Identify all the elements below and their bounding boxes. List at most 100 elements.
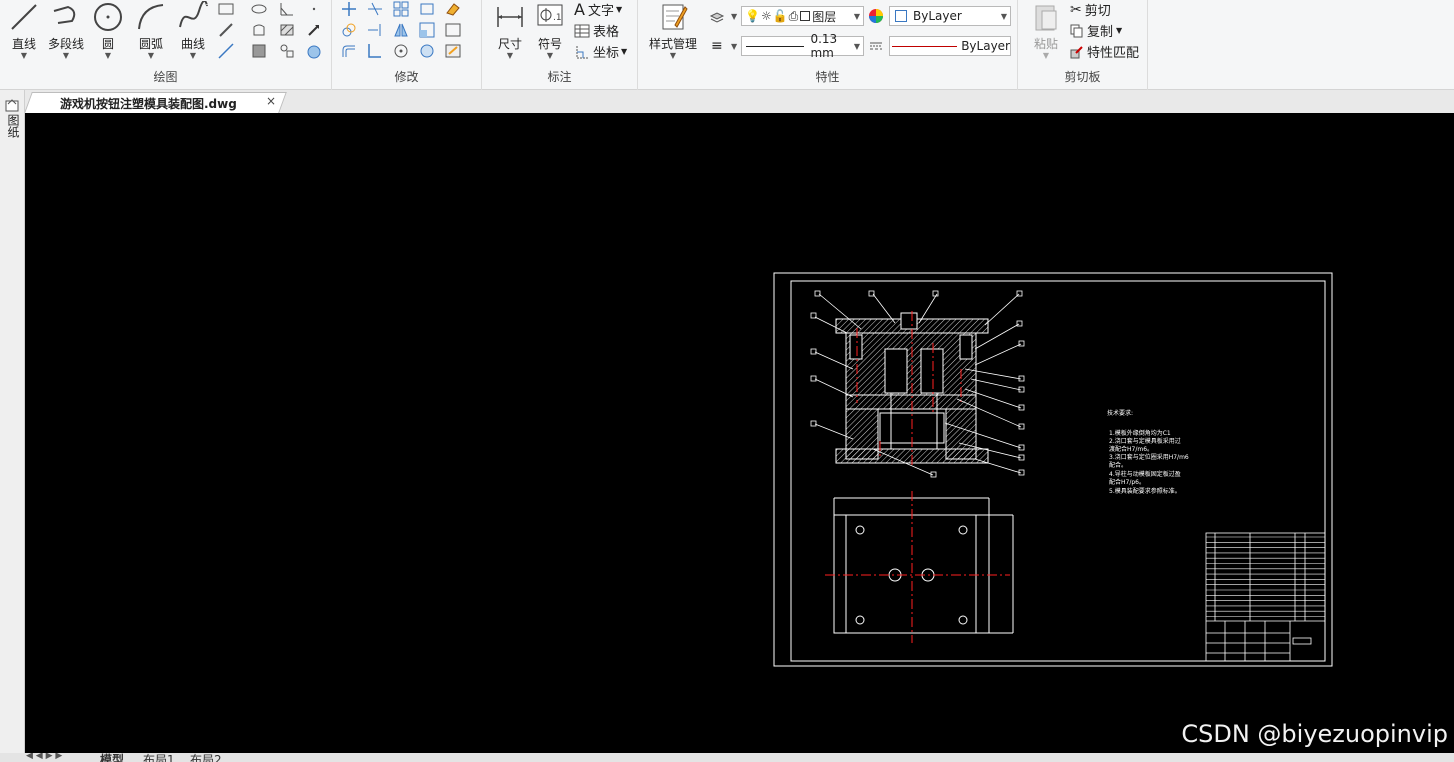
region-icon[interactable] <box>250 42 268 60</box>
coordinate-icon <box>576 45 589 58</box>
mirror-icon[interactable] <box>392 21 410 39</box>
extend-icon[interactable] <box>366 21 384 39</box>
chevron-down-icon[interactable]: ▼ <box>731 42 737 51</box>
shape-icon[interactable] <box>250 21 268 39</box>
copy-objects-icon[interactable] <box>340 21 358 39</box>
color-wheel-icon[interactable] <box>867 7 885 25</box>
dimension-angle-icon[interactable] <box>278 0 296 18</box>
linetype-value: ByLayer <box>961 39 1010 53</box>
drawing-sheet: 技术要求: 1.模板外缘倒角均为C1 2.浇口套与定模具板采用过 渡配合H7/m… <box>773 272 1333 667</box>
layout-tab-model[interactable]: 模型 <box>100 753 124 762</box>
color-square-icon <box>800 11 811 21</box>
paste-button[interactable]: 粘贴 ▼ <box>1026 0 1066 62</box>
layout-tab-layout2[interactable]: 布局2 <box>190 753 222 762</box>
match-properties-label: 特性匹配 <box>1087 46 1140 61</box>
offset-icon[interactable] <box>340 42 358 60</box>
edit-box-icon[interactable] <box>444 21 462 39</box>
chevron-down-icon[interactable]: ▼ <box>731 12 737 21</box>
construction-line-icon[interactable] <box>217 42 235 60</box>
circle-button[interactable]: 圆 ▼ <box>88 0 128 62</box>
stretch-icon[interactable] <box>418 0 436 18</box>
close-icon[interactable]: × <box>266 94 276 108</box>
match-properties-button[interactable]: 特性匹配 <box>1070 42 1139 61</box>
chevron-down-icon: ▼ <box>62 51 70 60</box>
tech-line: 配合H7/p6。 <box>1109 478 1145 486</box>
circle-icon <box>94 3 122 31</box>
chevron-down-icon: ▼ <box>669 51 677 60</box>
text-icon: A <box>574 0 585 19</box>
color-combo[interactable]: ByLayer ▼ <box>889 6 1011 26</box>
color-swatch-icon <box>895 10 907 22</box>
ellipse-icon[interactable] <box>250 0 268 18</box>
lineweight-icon[interactable]: ≡ <box>711 38 723 54</box>
dimension-button[interactable]: 尺寸 ▼ <box>490 0 530 62</box>
properties-group-label: 特性 <box>815 70 840 84</box>
copy-label: 复制 <box>1087 25 1114 40</box>
printer-icon: ⎙ <box>788 8 799 23</box>
chevron-down-icon: ▼ <box>1000 11 1007 21</box>
annotate-group: 尺寸 ▼ .1 符号 ▼ A 文字 ▼ 表格 坐标 ▼ 标注 <box>482 0 638 90</box>
linetype-icon[interactable] <box>867 37 885 55</box>
polyline-button[interactable]: 多段线 ▼ <box>46 0 86 62</box>
nav-arrows-icon[interactable]: ◀ ◀ ▶ ▶ <box>26 753 62 761</box>
point-icon[interactable] <box>305 0 323 18</box>
eraser-icon[interactable] <box>444 0 462 18</box>
curve-label: 曲线 <box>180 37 205 51</box>
paste-icon <box>1035 5 1057 31</box>
revision-cloud-icon[interactable] <box>305 42 323 60</box>
chevron-down-icon: ▼ <box>621 47 628 56</box>
arc-button[interactable]: 圆弧 ▼ <box>131 0 171 62</box>
line-icon <box>11 4 37 30</box>
table-icon <box>574 24 590 37</box>
dimension-label: 尺寸 <box>497 37 522 51</box>
arc-label: 圆弧 <box>138 37 163 51</box>
arrow-icon[interactable] <box>305 21 323 39</box>
linetype-sample <box>892 45 958 47</box>
style-manager-button[interactable]: 样式管理 ▼ <box>649 0 697 62</box>
paste-label: 粘贴 <box>1033 37 1058 51</box>
draw-group-label: 绘图 <box>153 70 178 84</box>
copy-button[interactable]: 复制 ▼ <box>1070 21 1122 40</box>
sidebar-label[interactable]: 图纸 <box>5 114 22 138</box>
watermark: CSDN @biyezuopinvip <box>1181 720 1448 748</box>
text-button[interactable]: A 文字 ▼ <box>574 0 622 19</box>
sheet-icon[interactable] <box>4 98 20 112</box>
coordinate-button[interactable]: 坐标 ▼ <box>574 42 627 61</box>
chevron-down-icon: ▼ <box>853 11 860 21</box>
trim-icon[interactable] <box>366 0 384 18</box>
color-value: ByLayer <box>913 9 962 23</box>
left-sidebar: 图纸 <box>0 90 25 762</box>
table-button[interactable]: 表格 <box>574 21 619 40</box>
cut-button[interactable]: ✂ 剪切 <box>1070 0 1111 20</box>
coordinate-label: 坐标 <box>593 46 620 61</box>
layer-combo[interactable]: 💡 ☼ 🔓 ⎙ 图层 ▼ <box>741 6 864 26</box>
properties-edit-icon[interactable] <box>444 42 462 60</box>
drawing-canvas[interactable]: 技术要求: 1.模板外缘倒角均为C1 2.浇口套与定模具板采用过 渡配合H7/m… <box>25 113 1454 753</box>
rectangle-icon[interactable] <box>217 0 235 18</box>
lineweight-combo[interactable]: 0.13 mm ▼ <box>741 32 864 60</box>
symbol-button[interactable]: .1 符号 ▼ <box>530 0 570 62</box>
layer-manager-icon[interactable] <box>708 8 726 26</box>
block-icon[interactable] <box>278 42 296 60</box>
dimension-icon <box>497 7 523 27</box>
linetype-combo[interactable]: ByLayer <box>889 36 1011 56</box>
move-icon[interactable] <box>340 0 358 18</box>
pencil-line-icon[interactable] <box>217 21 235 39</box>
rotate-icon[interactable] <box>392 42 410 60</box>
copy-icon <box>1070 24 1083 37</box>
style-manager-icon <box>662 4 688 30</box>
layout-tab-layout1[interactable]: 布局1 <box>143 753 175 762</box>
hatch-icon[interactable] <box>278 21 296 39</box>
explode-icon[interactable] <box>418 42 436 60</box>
clipboard-group-label: 剪切板 <box>1064 70 1101 84</box>
line-button[interactable]: 直线 ▼ <box>4 0 44 62</box>
array-icon[interactable] <box>392 0 410 18</box>
scale-icon[interactable] <box>418 21 436 39</box>
scissors-icon: ✂ <box>1070 1 1082 18</box>
fillet-icon[interactable] <box>366 42 384 60</box>
chevron-down-icon: ▼ <box>104 51 112 60</box>
document-tab-title[interactable]: 游戏机按钮注塑模具装配图.dwg <box>60 95 237 112</box>
curve-button[interactable]: 曲线 ▼ <box>173 0 213 62</box>
annotate-group-label: 标注 <box>547 70 572 84</box>
sun-icon: ☼ <box>760 9 772 23</box>
